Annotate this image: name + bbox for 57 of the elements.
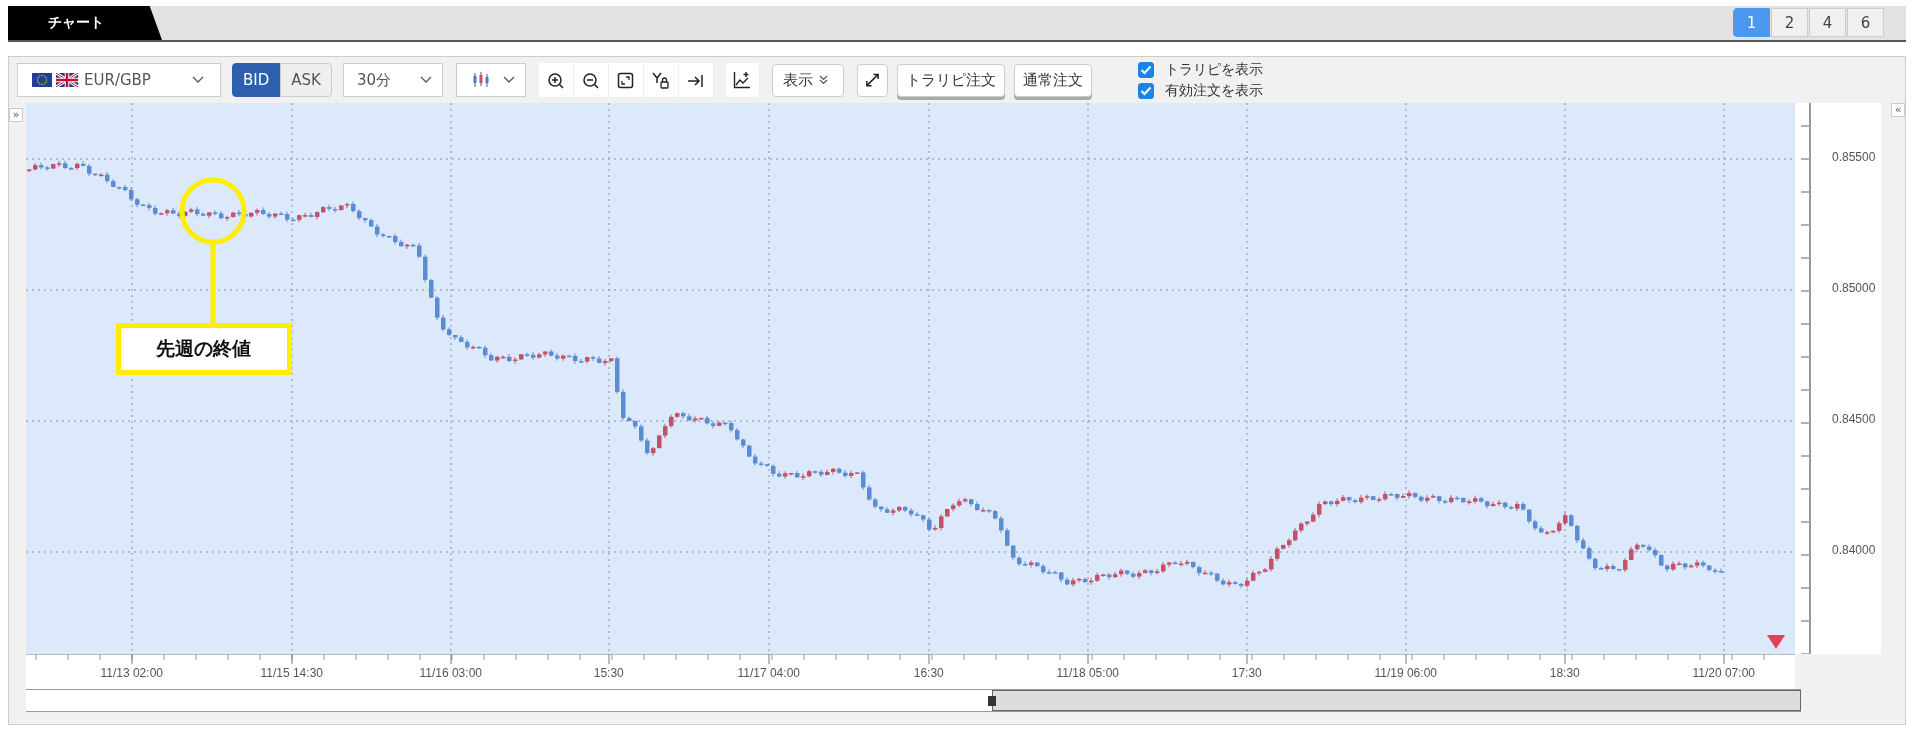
add-indicator-button[interactable]	[725, 63, 760, 97]
time-axis-label: 11/15 14:30	[260, 666, 323, 680]
grip-icon[interactable]	[987, 696, 996, 706]
zoom-in-button[interactable]	[538, 63, 574, 97]
scroll-range-handle[interactable]	[991, 690, 1801, 711]
chart-type-dropdown[interactable]	[455, 63, 526, 97]
price-axis-label: 0.84000	[1832, 543, 1876, 557]
price-side-toggle[interactable]: BID	[232, 63, 281, 97]
checkbox-label: 有効注文を表示	[1164, 81, 1263, 100]
price-axis-label: 0.84500	[1832, 412, 1876, 426]
uk-flag-icon	[56, 73, 78, 87]
expand-toggle[interactable]: »	[9, 108, 23, 122]
eu-flag-icon	[32, 73, 52, 87]
time-axis-label: 11/20 07:00	[1692, 666, 1755, 680]
time-axis-label: 11/18 05:00	[1056, 666, 1119, 680]
fit-frame-icon	[617, 71, 635, 89]
chevron-down-icon	[419, 76, 432, 84]
time-axis-label: 11/16 03:00	[419, 666, 482, 680]
time-axis-label: 15:30	[593, 666, 624, 680]
display-menu-button[interactable]: 表示	[771, 63, 844, 97]
layout-button[interactable]: 6	[1847, 8, 1884, 37]
highlight-circle	[179, 177, 247, 245]
layout-button[interactable]: 2	[1771, 8, 1808, 37]
time-axis-label: 11/19 06:00	[1374, 666, 1437, 680]
y-axis-lock-icon	[652, 71, 670, 89]
time-axis-label: 18:30	[1549, 666, 1580, 680]
price-axis-label: 0.85500	[1832, 150, 1876, 164]
layout-button[interactable]: 4	[1809, 8, 1846, 37]
time-axis-label: 16:30	[913, 666, 944, 680]
collapse-toggle[interactable]: «	[1891, 103, 1905, 117]
double-chevron-icon	[818, 75, 828, 85]
interval-label: 30分	[356, 70, 391, 90]
price-axis-label: 0.85000	[1832, 281, 1876, 295]
checkbox[interactable]	[1137, 82, 1154, 99]
order-button[interactable]: 通常注文	[1013, 63, 1092, 97]
interval-dropdown[interactable]: 30分	[342, 63, 443, 97]
time-axis-label: 11/17 04:00	[737, 666, 800, 680]
time-axis-label: 17:30	[1231, 666, 1262, 680]
order-button[interactable]: トラリピ注文	[896, 63, 1005, 97]
chevron-down-icon	[502, 76, 515, 84]
checkbox[interactable]	[1137, 61, 1154, 78]
chart-plus-icon	[733, 71, 752, 89]
symbol-dropdown[interactable]: EUR/GBP	[17, 63, 221, 97]
price-side-toggle[interactable]: ASK	[280, 63, 332, 97]
range-scroller[interactable]	[25, 689, 1801, 712]
fullscreen-button[interactable]	[856, 63, 888, 97]
chart-tab[interactable]: チャート	[8, 6, 162, 40]
zoom-out-icon	[582, 71, 600, 89]
chevron-down-icon	[192, 76, 204, 84]
zoom-in-icon	[547, 71, 565, 89]
time-axis-label: 11/13 02:00	[100, 666, 163, 680]
candlestick-icon	[471, 72, 490, 88]
annotation-label: 先週の終値	[115, 323, 292, 375]
symbol-label: EUR/GBP	[84, 71, 152, 89]
checkbox-label: トラリピを表示	[1164, 60, 1263, 79]
expand-arrows-icon	[864, 72, 880, 88]
down-triangle-icon	[1766, 635, 1785, 649]
